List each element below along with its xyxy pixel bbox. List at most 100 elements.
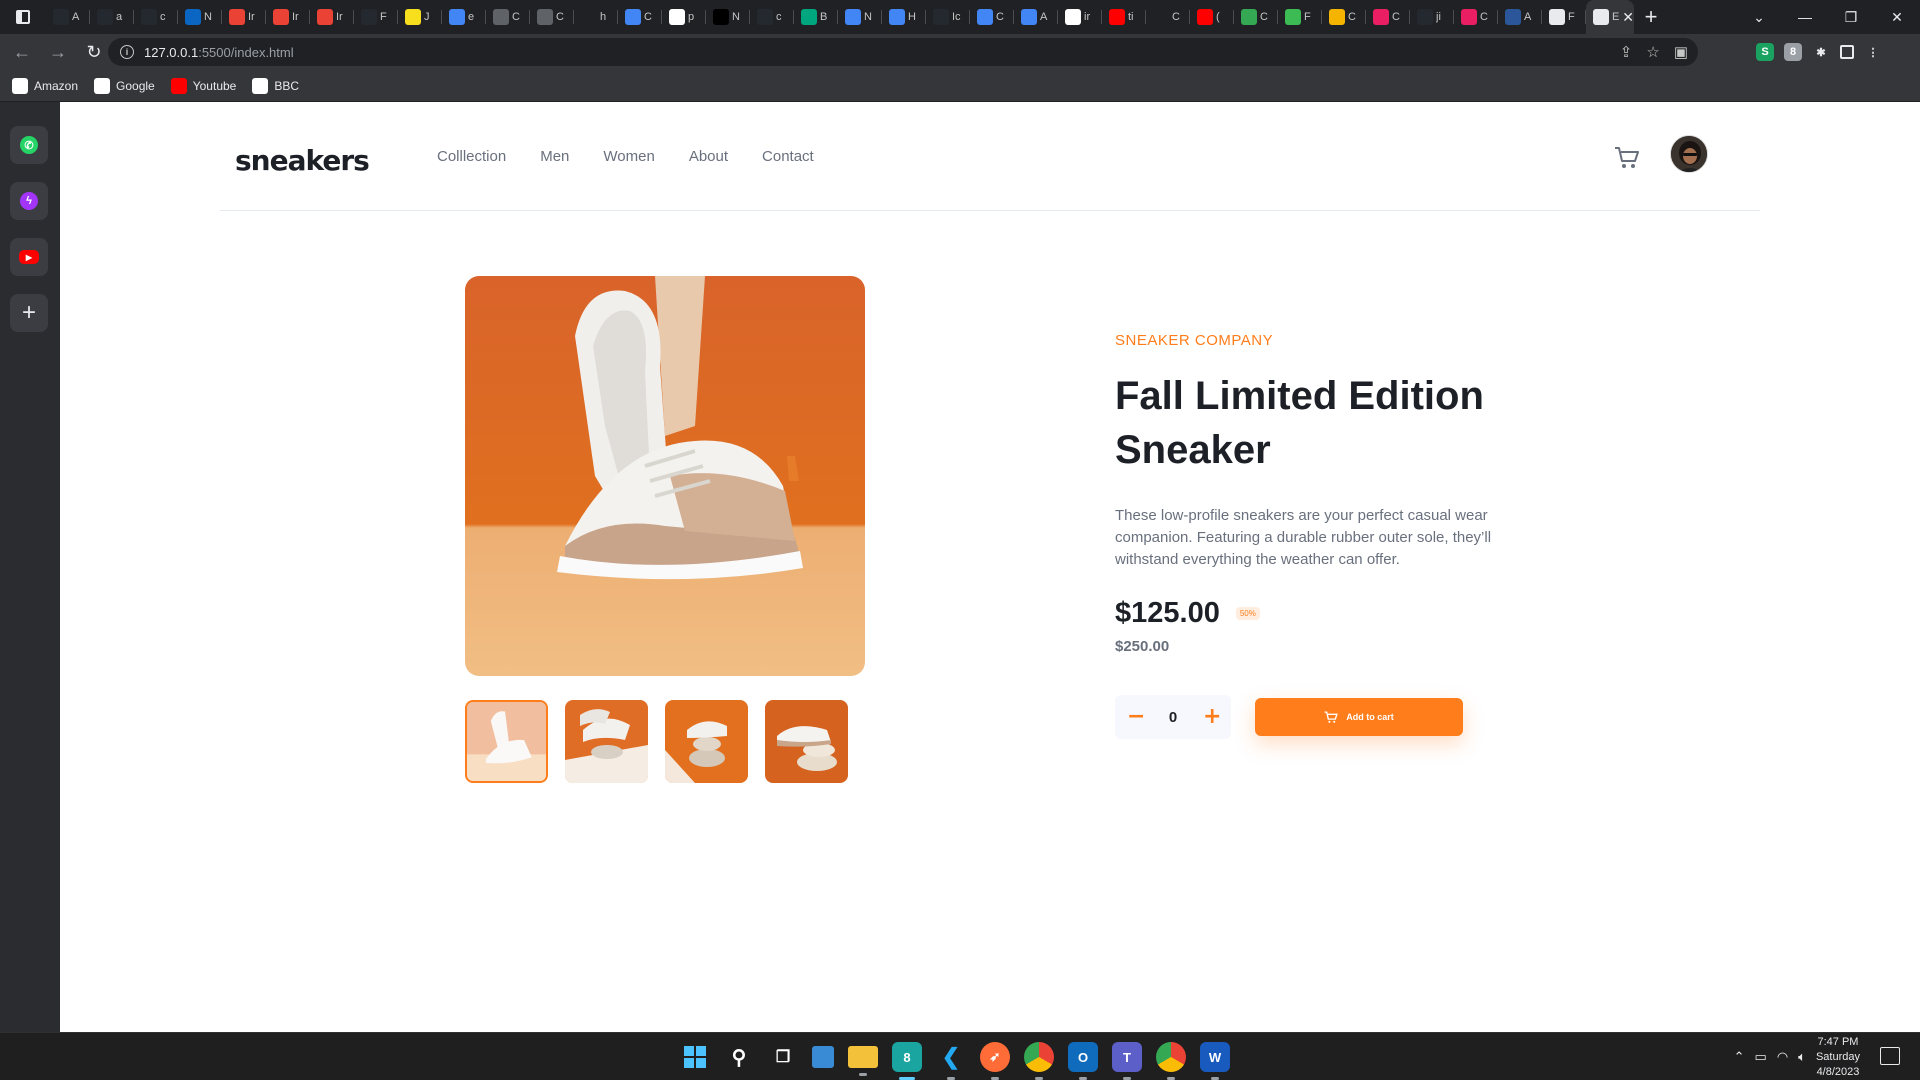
url-text[interactable]: 127.0.0.1:5500/index.html bbox=[144, 45, 294, 60]
tab[interactable]: ji bbox=[1410, 0, 1454, 34]
user-avatar[interactable] bbox=[1670, 135, 1708, 173]
battery-icon[interactable]: ▭ bbox=[1755, 1049, 1767, 1065]
nav-link-about[interactable]: About bbox=[689, 148, 728, 165]
word-icon[interactable]: W bbox=[1200, 1042, 1230, 1080]
tab[interactable]: e bbox=[442, 0, 486, 34]
sidebar-item-whatsapp[interactable]: ✆ bbox=[10, 126, 48, 164]
thumbnail-4[interactable] bbox=[765, 700, 848, 783]
tab[interactable]: C bbox=[970, 0, 1014, 34]
tab[interactable]: C bbox=[1234, 0, 1278, 34]
thumbnail-3[interactable] bbox=[665, 700, 748, 783]
tab[interactable]: C bbox=[1322, 0, 1366, 34]
chrome-icon[interactable] bbox=[1024, 1042, 1054, 1080]
file-explorer-icon[interactable] bbox=[848, 1046, 878, 1076]
address-bar[interactable]: i 127.0.0.1:5500/index.html ⇪ ☆ ▣ bbox=[108, 38, 1698, 66]
widgets-icon[interactable] bbox=[812, 1046, 834, 1068]
clock[interactable]: 7:47 PM Saturday 4/8/2023 bbox=[1816, 1035, 1860, 1080]
outlook-icon[interactable]: O bbox=[1068, 1042, 1098, 1080]
tab[interactable]: N bbox=[838, 0, 882, 34]
increase-quantity-button[interactable]: + bbox=[1203, 706, 1221, 728]
tab[interactable]: C bbox=[1366, 0, 1410, 34]
extension-icon[interactable]: S bbox=[1756, 43, 1774, 61]
tab-search-icon[interactable]: ⌄ bbox=[1736, 0, 1782, 34]
notifications-icon[interactable] bbox=[1880, 1047, 1900, 1065]
tab[interactable]: J bbox=[398, 0, 442, 34]
tab[interactable]: h bbox=[574, 0, 618, 34]
tab[interactable]: C bbox=[618, 0, 662, 34]
nav-link-men[interactable]: Men bbox=[540, 148, 569, 165]
tab[interactable]: B bbox=[794, 0, 838, 34]
nav-link-contact[interactable]: Contact bbox=[762, 148, 814, 165]
add-to-cart-button[interactable]: Add to cart bbox=[1255, 698, 1463, 736]
task-view-icon[interactable]: ❐ bbox=[768, 1042, 798, 1072]
sidebar-item-messenger[interactable]: ϟ bbox=[10, 182, 48, 220]
bookmark-google[interactable]: Google bbox=[94, 77, 155, 94]
tab[interactable]: C bbox=[486, 0, 530, 34]
reload-button[interactable]: ↻ bbox=[80, 38, 108, 66]
side-panel-icon[interactable] bbox=[1840, 45, 1854, 59]
tab[interactable]: N bbox=[706, 0, 750, 34]
nav-link-collection[interactable]: Colllection bbox=[437, 148, 506, 165]
tab[interactable]: p bbox=[662, 0, 706, 34]
tab[interactable]: ( bbox=[1190, 0, 1234, 34]
tab[interactable]: H bbox=[882, 0, 926, 34]
nav-link-women[interactable]: Women bbox=[603, 148, 654, 165]
vscode-icon[interactable]: ❮ bbox=[936, 1042, 966, 1080]
teams-icon[interactable]: T bbox=[1112, 1042, 1142, 1080]
site-info-icon[interactable]: i bbox=[120, 45, 134, 59]
close-tab-icon[interactable]: ✕ bbox=[1622, 9, 1634, 26]
tab[interactable]: a bbox=[90, 0, 134, 34]
bookmark-youtube[interactable]: Youtube bbox=[170, 77, 236, 94]
puzzle-icon[interactable]: ✱ bbox=[1812, 43, 1830, 61]
tab-active[interactable]: E ✕ bbox=[1586, 0, 1634, 34]
tab[interactable]: F bbox=[1542, 0, 1586, 34]
tab[interactable]: Ic bbox=[926, 0, 970, 34]
forward-button[interactable]: → bbox=[44, 38, 72, 66]
tab[interactable]: C bbox=[1454, 0, 1498, 34]
new-tab-button[interactable]: + bbox=[1634, 0, 1668, 34]
tab[interactable]: A bbox=[1498, 0, 1542, 34]
close-window-button[interactable]: ✕ bbox=[1874, 0, 1920, 34]
decrease-quantity-button[interactable]: − bbox=[1127, 706, 1145, 728]
volume-icon[interactable]: 🔈︎ bbox=[1798, 1049, 1806, 1065]
search-icon[interactable]: ⚲ bbox=[724, 1042, 754, 1072]
postman-icon[interactable]: ➶ bbox=[980, 1042, 1010, 1080]
tab[interactable]: C bbox=[1146, 0, 1190, 34]
minimize-button[interactable]: — bbox=[1782, 0, 1828, 34]
chevron-up-icon[interactable]: ⌃ bbox=[1734, 1049, 1745, 1065]
tab[interactable]: Ir bbox=[310, 0, 354, 34]
restore-button[interactable]: ❐ bbox=[1828, 0, 1874, 34]
sidebar-add-button[interactable]: + bbox=[10, 294, 48, 332]
sidebar-item-youtube[interactable]: ▶ bbox=[10, 238, 48, 276]
tab[interactable]: F bbox=[354, 0, 398, 34]
reading-mode-icon[interactable]: ▣ bbox=[1674, 43, 1688, 61]
start-button[interactable] bbox=[680, 1042, 710, 1072]
app-8-icon[interactable]: 8 bbox=[892, 1042, 922, 1080]
tab[interactable]: A bbox=[1014, 0, 1058, 34]
tab[interactable]: ti bbox=[1102, 0, 1146, 34]
thumbnail-1[interactable] bbox=[465, 700, 548, 783]
tab[interactable]: c bbox=[134, 0, 178, 34]
back-button[interactable]: ← bbox=[8, 38, 36, 66]
tab[interactable]: F bbox=[1278, 0, 1322, 34]
bookmark-amazon[interactable]: Amazon bbox=[12, 77, 78, 94]
tab[interactable]: ir bbox=[1058, 0, 1102, 34]
tab-actions-icon[interactable] bbox=[0, 0, 46, 34]
bookmark-bbc[interactable]: BBC bbox=[252, 77, 299, 94]
tab[interactable]: N bbox=[178, 0, 222, 34]
tab[interactable]: Ir bbox=[266, 0, 310, 34]
tab[interactable]: A bbox=[46, 0, 90, 34]
tab[interactable]: C bbox=[530, 0, 574, 34]
tab[interactable]: Ir bbox=[222, 0, 266, 34]
thumbnail-2[interactable] bbox=[565, 700, 648, 783]
extension-icon[interactable]: 8 bbox=[1784, 43, 1802, 61]
menu-icon[interactable]: ⋮ bbox=[1864, 43, 1882, 61]
wifi-icon[interactable]: ◠ bbox=[1777, 1049, 1788, 1065]
cart-icon[interactable] bbox=[1614, 146, 1640, 170]
tab[interactable]: c bbox=[750, 0, 794, 34]
site-logo[interactable]: sneakers bbox=[235, 144, 370, 177]
product-main-image[interactable] bbox=[465, 276, 865, 676]
share-icon[interactable]: ⇪ bbox=[1620, 43, 1633, 61]
chrome-profile-icon[interactable] bbox=[1156, 1042, 1186, 1080]
bookmark-star-icon[interactable]: ☆ bbox=[1646, 43, 1659, 61]
